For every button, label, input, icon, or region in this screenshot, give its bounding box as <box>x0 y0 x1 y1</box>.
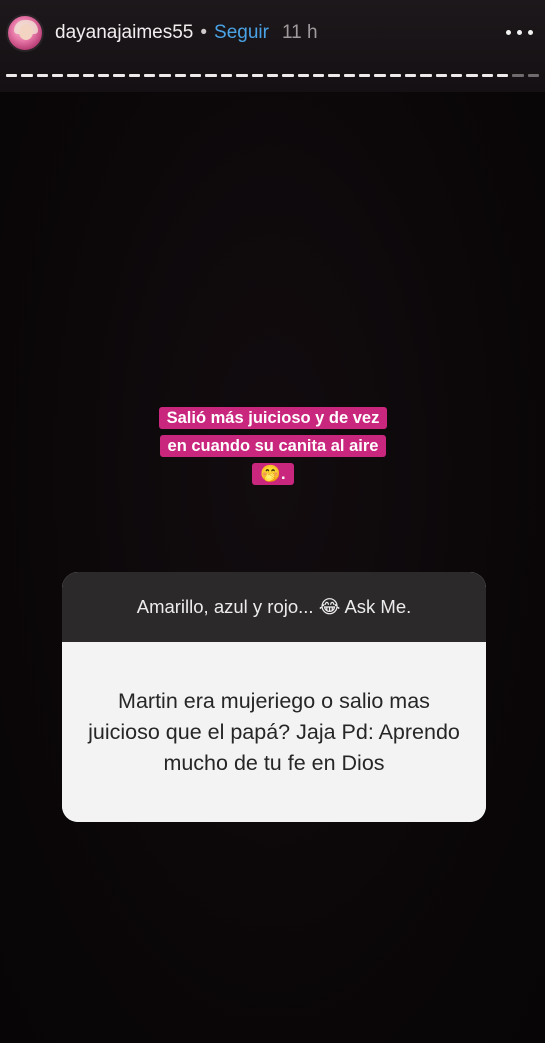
progress-segment <box>420 74 432 77</box>
progress-segment <box>236 74 248 77</box>
avatar-face <box>19 24 33 40</box>
question-sticker-prompt: Amarillo, azul y rojo... 😂 Ask Me. <box>62 572 486 642</box>
progress-segment <box>481 74 493 77</box>
progress-segment <box>159 74 171 77</box>
progress-segment <box>220 74 233 77</box>
post-time: 11 h <box>281 22 318 43</box>
progress-segment <box>282 74 294 77</box>
progress-segment <box>404 74 417 77</box>
progress-segment <box>113 74 125 77</box>
progress-segment <box>266 74 279 77</box>
username-link[interactable]: dayanajaimes55 <box>55 22 193 44</box>
progress-segment <box>312 74 325 77</box>
progress-segment <box>251 74 263 77</box>
more-dot <box>528 30 533 35</box>
progress-segment <box>36 74 49 77</box>
story-header: dayanajaimes55 • Seguir 11 h <box>0 0 545 92</box>
progress-segment-unviewed <box>527 74 540 77</box>
progress-segment <box>497 74 509 77</box>
progress-segment <box>343 74 355 77</box>
header-info: dayanajaimes55 • Seguir 11 h <box>55 20 318 46</box>
progress-segment <box>128 74 141 77</box>
progress-segment <box>67 74 79 77</box>
progress-segment <box>98 74 110 77</box>
progress-segment <box>450 74 463 77</box>
more-horizontal-icon[interactable] <box>506 30 533 35</box>
caption-text-sticker: Salió más juicioso y de vez en cuando su… <box>158 404 388 488</box>
progress-segment <box>466 74 478 77</box>
caption-text: Salió más juicioso y de vez en cuando su… <box>158 407 388 485</box>
progress-segment-unviewed <box>512 74 524 77</box>
progress-segment <box>21 74 33 77</box>
more-dot <box>517 30 522 35</box>
progress-segment <box>190 74 202 77</box>
progress-segment <box>435 74 447 77</box>
question-sticker[interactable]: Amarillo, azul y rojo... 😂 Ask Me. Marti… <box>62 572 486 822</box>
progress-segment <box>328 74 340 77</box>
progress-segment <box>389 74 401 77</box>
question-sticker-answer: Martin era mujeriego o salio mas juicios… <box>62 642 486 822</box>
progress-segment <box>144 74 156 77</box>
separator-dot: • <box>200 22 208 43</box>
progress-segment <box>52 74 64 77</box>
progress-segment <box>6 74 18 77</box>
progress-segment <box>374 74 386 77</box>
progress-segment <box>297 74 309 77</box>
user-avatar[interactable] <box>6 14 44 52</box>
more-dot <box>506 30 511 35</box>
follow-button[interactable]: Seguir <box>214 22 269 44</box>
progress-segment <box>174 74 187 77</box>
progress-segment <box>358 74 371 77</box>
story-viewer: dayanajaimes55 • Seguir 11 h Salió más j… <box>0 0 545 1043</box>
progress-segment <box>82 74 95 77</box>
story-progress-bar <box>6 74 540 77</box>
progress-segment <box>205 74 217 77</box>
